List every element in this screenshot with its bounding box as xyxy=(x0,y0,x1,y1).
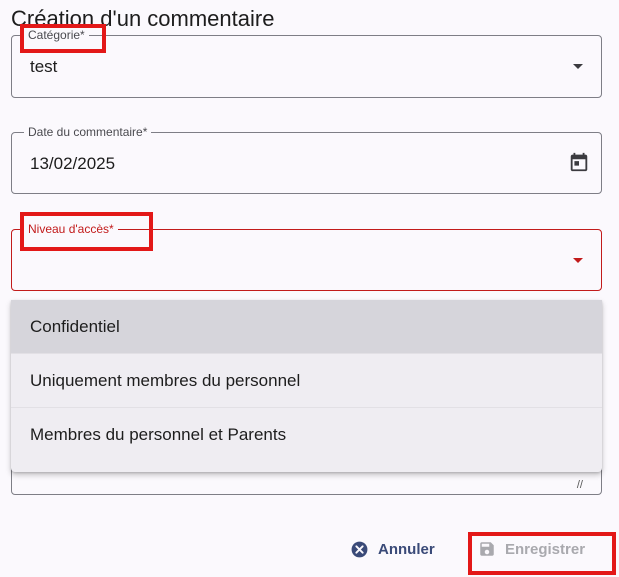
save-button[interactable]: Enregistrer xyxy=(478,540,585,558)
date-field[interactable]: Date du commentaire* 13/02/2025 xyxy=(11,125,602,194)
floppy-disk-icon xyxy=(480,542,494,556)
date-label: Date du commentaire* xyxy=(24,125,152,139)
cancel-label: Annuler xyxy=(378,541,435,558)
access-level-menu: Confidentiel Uniquement membres du perso… xyxy=(11,300,602,472)
menu-item-confidentiel[interactable]: Confidentiel xyxy=(11,300,602,354)
save-label: Enregistrer xyxy=(505,540,586,558)
cancel-button[interactable]: Annuler xyxy=(350,540,435,559)
category-select[interactable]: Catégorie* test xyxy=(11,28,602,98)
caret-down-icon[interactable] xyxy=(573,64,583,69)
date-value: 13/02/2025 xyxy=(30,154,116,173)
access-label: Niveau d'accès* xyxy=(24,222,118,236)
caret-down-icon[interactable] xyxy=(573,258,583,263)
calendar-icon[interactable] xyxy=(568,151,590,173)
close-circle-icon xyxy=(351,541,368,558)
menu-item-personnel[interactable]: Uniquement membres du personnel xyxy=(11,354,602,408)
access-level-select[interactable]: Niveau d'accès* xyxy=(11,222,602,291)
menu-item-personnel-parents[interactable]: Membres du personnel et Parents xyxy=(11,408,602,462)
resize-handle-icon[interactable]: // xyxy=(577,479,583,491)
category-label: Catégorie* xyxy=(24,28,89,42)
category-value: test xyxy=(30,57,58,76)
